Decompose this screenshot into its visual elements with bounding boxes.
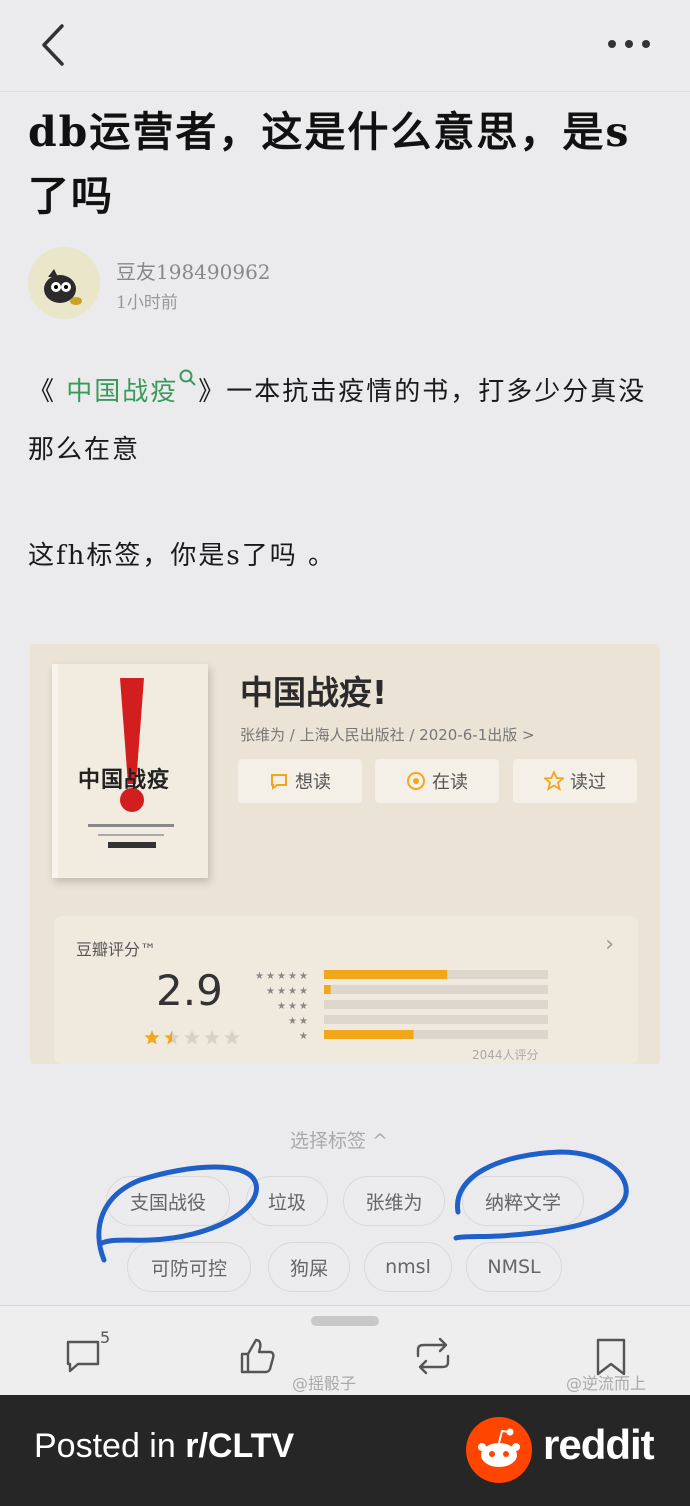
book-cover: 中国战疫: [52, 664, 208, 878]
paragraph-open-bracket: 《: [28, 377, 57, 407]
distribution-bar: [324, 1030, 414, 1039]
distribution-star: ★: [266, 986, 275, 997]
reddit-footer: Posted in r/CLTV reddit: [0, 1395, 690, 1506]
rating-box[interactable]: 豆瓣评分™ › 2.9 ★ ★ ★ ★ ★ ★ ★ ★ ★ ★ ★ ★ ★ ★ ★ 2044人评分: [54, 916, 638, 1064]
heart-chat-icon: [271, 774, 287, 790]
tag-chip[interactable]: nmsl: [364, 1242, 452, 1292]
distribution-star: ★: [255, 971, 264, 982]
book-title: 中国战疫!: [240, 673, 388, 712]
rating-star: [204, 1030, 220, 1045]
rating-star: [164, 1030, 180, 1045]
distribution-star: ★: [288, 1001, 297, 1012]
book-meta[interactable]: 张维为 / 上海人民出版社 / 2020-6-1出版 >: [240, 724, 535, 745]
post-paragraph-1: 《 中国战疫 》一本抗击疫情的书，打多少分真没那么在意: [28, 363, 668, 479]
distribution-bar-bg: [324, 985, 548, 994]
bottom-toolbar: 5 @摇骰子 @逆流而上: [0, 1305, 690, 1395]
distribution-bar-bg: [324, 1015, 548, 1024]
post-paragraph-2: 这fh标签，你是s了吗 。: [28, 541, 336, 571]
reading-button[interactable]: 在读: [375, 759, 499, 803]
distribution-star: ★: [277, 986, 286, 997]
avatar-bird-icon: [44, 269, 82, 305]
avatar[interactable]: [28, 247, 100, 319]
book-link-text[interactable]: 中国战疫: [66, 377, 178, 407]
rating-count: 2044人评分: [472, 1048, 539, 1062]
search-icon: [179, 369, 197, 386]
book-link[interactable]: 中国战疫: [66, 369, 198, 407]
distribution-star: ★: [277, 1001, 286, 1012]
more-options-icon[interactable]: [604, 26, 654, 62]
reddit-wordmark: reddit: [543, 1421, 655, 1468]
watermark-left: @摇骰子: [292, 1374, 357, 1393]
tag-chip[interactable]: NMSL: [466, 1242, 562, 1292]
star-rating-icon: [144, 1030, 240, 1045]
rating-star: [224, 1030, 240, 1045]
embedded-screenshot[interactable]: 中国战疫 中国战疫! 张维为 / 上海人民出版社 / 2020-6-1出版 > …: [30, 644, 660, 1064]
comment-count: 5: [100, 1328, 111, 1347]
post-title: db运营者，这是什么意思，是s了吗: [28, 108, 631, 220]
have-read-button[interactable]: 读过: [513, 759, 637, 803]
distribution-star: ★: [299, 1016, 308, 1027]
tag-chip[interactable]: 张维为: [343, 1176, 445, 1226]
reddit-logo-icon: [466, 1417, 532, 1483]
posted-in-text: Posted in r/CLTV: [34, 1427, 294, 1466]
distribution-star: ★: [299, 971, 308, 982]
tag-chip[interactable]: 纳粹文学: [462, 1176, 584, 1226]
distribution-bar-bg: [324, 1000, 548, 1009]
target-icon: [407, 772, 425, 790]
tag-chip[interactable]: 支国战役: [106, 1176, 230, 1226]
distribution-star: ★: [288, 986, 297, 997]
rating-star: [184, 1030, 200, 1045]
drag-handle[interactable]: [311, 1316, 379, 1326]
rating-star: [144, 1030, 160, 1045]
distribution-star: ★: [266, 971, 275, 982]
tag-chip[interactable]: 可防可控: [127, 1242, 251, 1292]
tag-chip[interactable]: 狗屎: [268, 1242, 350, 1292]
comment-icon[interactable]: [62, 1336, 104, 1376]
like-icon[interactable]: [236, 1336, 278, 1376]
want-to-read-label: 想读: [295, 772, 331, 793]
post-time: 1小时前: [116, 293, 178, 313]
chevron-right-icon[interactable]: ›: [605, 932, 614, 957]
distribution-bar: [324, 970, 448, 979]
distribution-bar: [324, 985, 331, 994]
distribution-star: ★: [277, 971, 286, 982]
back-arrow-icon[interactable]: [34, 22, 74, 68]
tag-chip[interactable]: 垃圾: [246, 1176, 328, 1226]
subreddit-name[interactable]: r/CLTV: [185, 1427, 294, 1465]
rating-distribution-chart: ★ ★ ★ ★ ★★ ★ ★ ★★ ★ ★★ ★★: [255, 970, 548, 1042]
posted-prefix: Posted in: [34, 1427, 186, 1465]
watermark-right: @逆流而上: [566, 1374, 647, 1393]
author-name[interactable]: 豆友198490962: [116, 256, 271, 285]
distribution-star: ★: [299, 1001, 308, 1012]
want-to-read-button[interactable]: 想读: [238, 759, 362, 803]
distribution-star: ★: [299, 986, 308, 997]
cover-title: 中国战疫: [78, 768, 171, 793]
rating-label: 豆瓣评分™: [76, 940, 157, 959]
top-bar: [0, 0, 690, 92]
distribution-star: ★: [288, 971, 297, 982]
tag-selector-header[interactable]: 选择标签 ^: [290, 1126, 388, 1153]
repost-icon[interactable]: [412, 1336, 454, 1376]
rating-value: 2.9: [156, 966, 223, 1015]
have-read-label: 读过: [570, 772, 606, 793]
reading-label: 在读: [432, 772, 468, 793]
distribution-star: ★: [299, 1031, 308, 1042]
star-outline-icon: [544, 771, 564, 791]
distribution-star: ★: [288, 1016, 297, 1027]
